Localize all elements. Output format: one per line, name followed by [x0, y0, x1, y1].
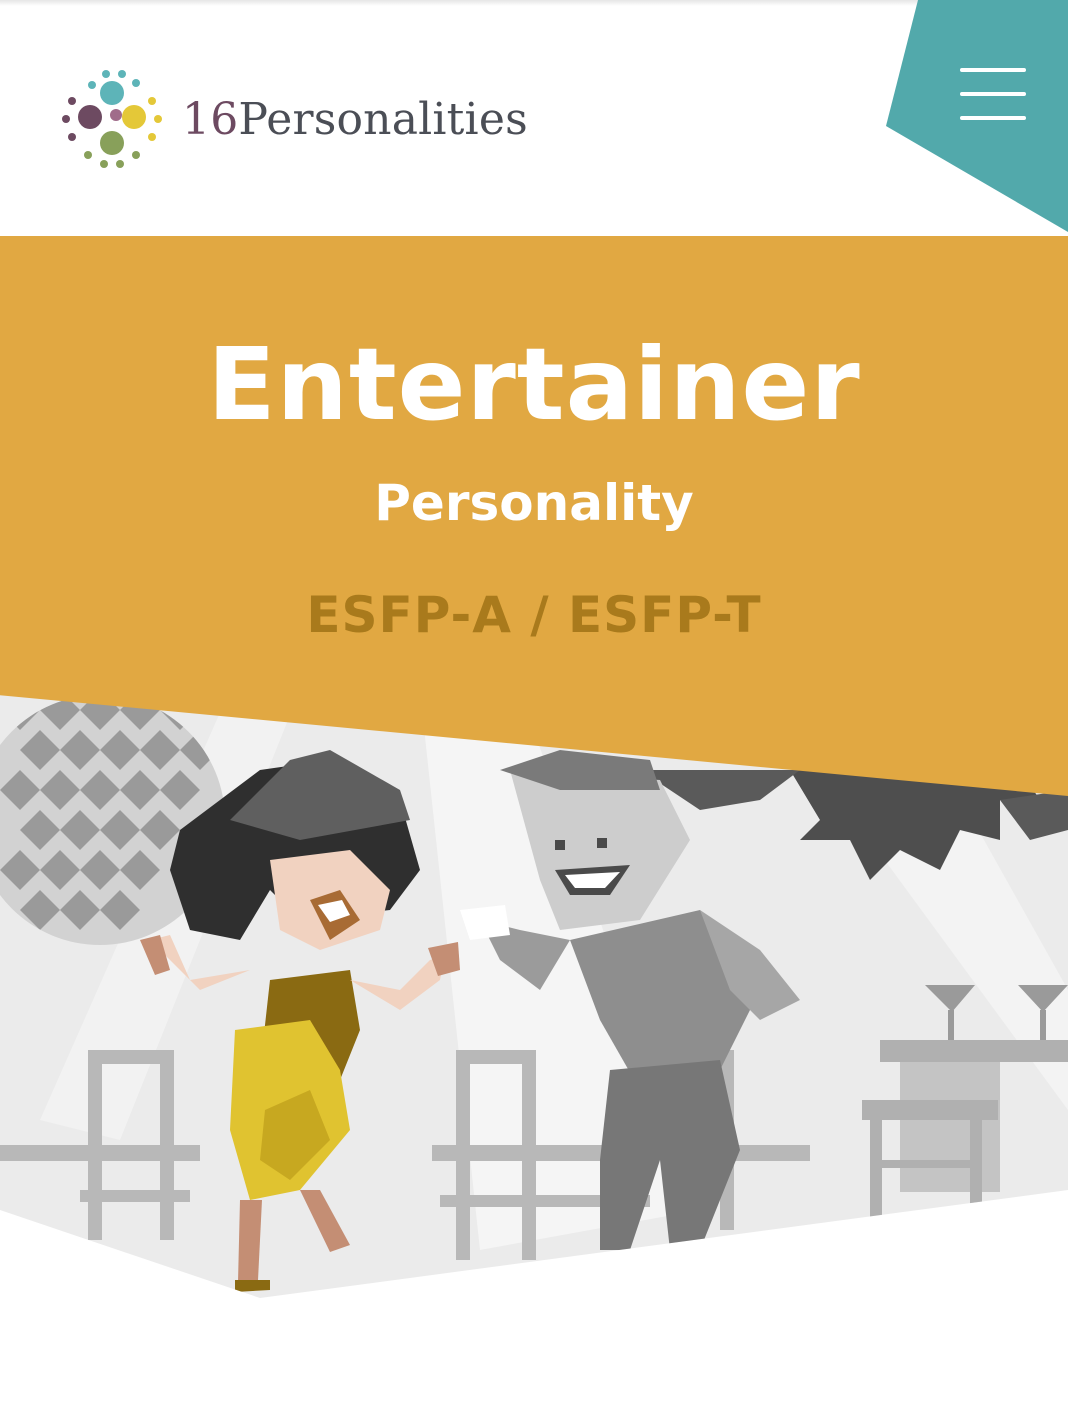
personality-title: Entertainer: [207, 326, 861, 443]
party-illustration: [0, 690, 1068, 1298]
logo-name: Personalities: [238, 93, 528, 145]
site-logo[interactable]: 16Personalities: [56, 64, 528, 174]
logo-number: 16: [182, 93, 239, 145]
personality-type-code: ESFP-A / ESFP-T: [306, 586, 762, 644]
logo-wordmark: 16Personalities: [182, 94, 528, 145]
site-header: 16Personalities: [0, 0, 1068, 236]
personality-subtitle: Personality: [374, 474, 694, 532]
logo-dots-icon: [62, 70, 162, 168]
hamburger-icon[interactable]: [960, 68, 1028, 126]
